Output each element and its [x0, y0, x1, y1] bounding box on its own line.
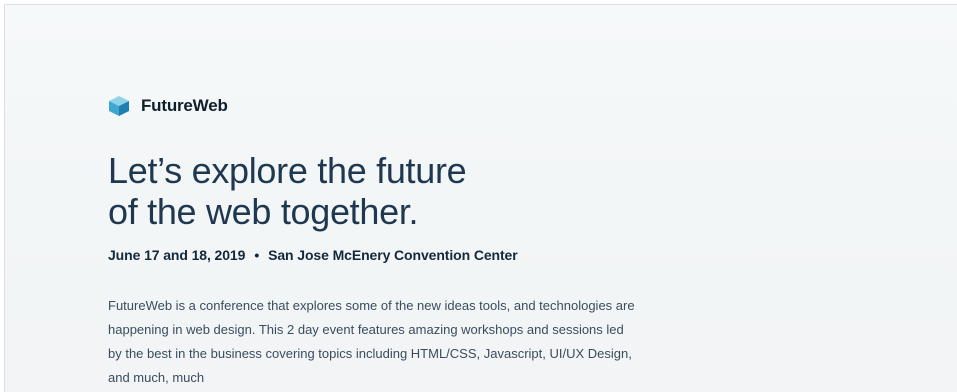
event-venue: San Jose McEnery Convention Center: [268, 247, 518, 263]
page-frame: FutureWeb Let’s explore the future of th…: [4, 4, 957, 392]
event-details: June 17 and 18, 2019 • San Jose McEnery …: [108, 247, 668, 263]
event-date: June 17 and 18, 2019: [108, 247, 246, 263]
event-description: FutureWeb is a conference that explores …: [108, 298, 635, 385]
bullet-separator: •: [254, 247, 260, 263]
headline-line-1: Let’s explore the future: [108, 150, 467, 191]
brand[interactable]: FutureWeb: [108, 93, 668, 119]
hero-section: FutureWeb Let’s explore the future of th…: [108, 93, 668, 392]
cube-icon: [109, 96, 129, 116]
page-title: Let’s explore the future of the web toge…: [108, 150, 588, 232]
headline-line-2: of the web together.: [108, 191, 419, 232]
brand-name: FutureWeb: [141, 96, 228, 115]
